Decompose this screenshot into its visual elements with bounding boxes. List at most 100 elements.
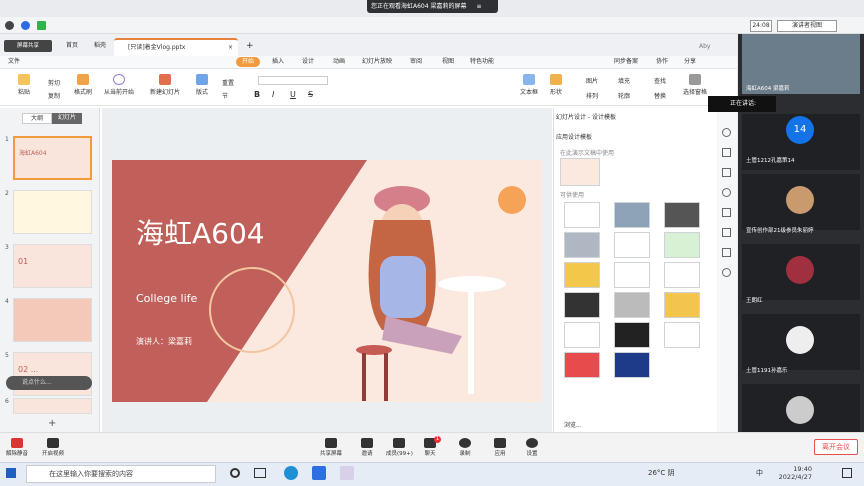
replace-button[interactable]: 替换 <box>654 91 666 100</box>
template-item[interactable] <box>564 232 600 258</box>
textbox-button[interactable]: 文本框 <box>520 74 538 96</box>
video-button[interactable]: 开启视频 <box>42 438 64 457</box>
tool-icon[interactable] <box>722 228 731 237</box>
menu-slideshow[interactable]: 幻灯片放映 <box>362 57 392 67</box>
find-button[interactable]: 查找 <box>654 76 666 85</box>
menu-file[interactable]: 文件 <box>8 57 20 67</box>
tab-document[interactable]: [只读]着金Vlog.pptx × <box>114 38 238 56</box>
template-item[interactable] <box>664 292 700 318</box>
cortana-icon[interactable] <box>230 468 240 478</box>
slide-thumb-4[interactable] <box>13 298 92 342</box>
tab-home[interactable]: 首页 <box>52 38 78 56</box>
menu-icon[interactable]: ≡ <box>476 3 481 10</box>
new-tab-icon[interactable]: + <box>246 41 254 51</box>
slide-thumb-1[interactable]: 海虹A604 <box>13 136 92 180</box>
slide-thumb-6[interactable] <box>13 398 92 414</box>
members-button[interactable]: 成员(99+) <box>386 438 413 457</box>
user-name[interactable]: Aby <box>699 43 710 50</box>
clock[interactable]: 19:40 2022/4/27 <box>776 465 812 481</box>
settings-button[interactable]: 设置 <box>526 438 538 457</box>
view-switch-button[interactable]: 演讲者视图 <box>777 20 837 32</box>
menu-insert[interactable]: 插入 <box>272 57 284 67</box>
tool-icon[interactable] <box>722 168 731 177</box>
taskbar-search-input[interactable]: 在这里输入你要搜索的内容 <box>26 465 216 483</box>
picture-button[interactable]: 图片 <box>586 76 598 85</box>
shield-icon[interactable] <box>21 21 30 30</box>
slide-thumb-3[interactable]: 01 <box>13 244 92 288</box>
template-item[interactable] <box>564 352 600 378</box>
strike-button[interactable]: S <box>308 90 313 99</box>
leave-meeting-button[interactable]: 离开会议 <box>814 439 858 455</box>
new-slide-button[interactable]: 新建幻灯片 <box>150 74 180 96</box>
record-button[interactable]: 录制 <box>459 438 471 457</box>
chat-input[interactable]: 说点什么... <box>6 376 92 390</box>
layout-button[interactable]: 版式 <box>196 74 208 96</box>
share-button[interactable]: 分享 <box>684 57 696 67</box>
tool-icon[interactable] <box>722 128 731 137</box>
template-item[interactable] <box>564 202 600 228</box>
collab-button[interactable]: 协作 <box>656 57 668 67</box>
browse-button[interactable]: 浏览... <box>564 420 582 429</box>
tool-icon[interactable] <box>722 148 731 157</box>
shape-button[interactable]: 形状 <box>550 74 562 96</box>
template-item[interactable] <box>614 352 650 378</box>
fill-button[interactable]: 填充 <box>618 76 630 85</box>
sync-button[interactable]: 同步备案 <box>614 57 638 67</box>
menu-design[interactable]: 设计 <box>302 57 314 67</box>
arrange-button[interactable]: 排列 <box>586 91 598 100</box>
task-view-icon[interactable] <box>254 468 266 478</box>
format-painter-button[interactable]: 格式刷 <box>74 74 92 96</box>
close-icon[interactable]: × <box>228 40 233 56</box>
apps-button[interactable]: 应用 <box>494 438 506 457</box>
copy-button[interactable]: 复制 <box>48 91 60 100</box>
tool-icon[interactable] <box>722 188 731 197</box>
outline-button[interactable]: 轮廓 <box>618 91 630 100</box>
template-item[interactable] <box>614 292 650 318</box>
windows-start-icon[interactable] <box>6 468 16 478</box>
template-item[interactable] <box>564 292 600 318</box>
app-icon[interactable] <box>340 466 354 480</box>
tab-slides[interactable]: 幻灯片 <box>52 113 82 124</box>
invite-button[interactable]: 邀请 <box>361 438 373 457</box>
tool-icon[interactable] <box>722 268 731 277</box>
bold-button[interactable]: B <box>254 90 260 99</box>
tencent-meeting-icon[interactable] <box>312 466 326 480</box>
tool-icon[interactable] <box>722 208 731 217</box>
menu-view[interactable]: 视图 <box>442 57 454 67</box>
paste-button[interactable]: 粘贴 <box>18 74 30 96</box>
slide-thumb-2[interactable] <box>13 190 92 234</box>
template-item[interactable] <box>614 202 650 228</box>
template-item[interactable] <box>664 202 700 228</box>
template-item[interactable] <box>664 262 700 288</box>
font-name-select[interactable] <box>258 76 328 85</box>
current-slide[interactable]: 海虹A604 College life 演讲人：梁嘉莉 <box>112 160 542 402</box>
italic-button[interactable]: I <box>272 90 274 99</box>
menu-special[interactable]: 特色功能 <box>470 57 494 67</box>
add-slide-button[interactable]: + <box>48 418 56 429</box>
tool-icon[interactable] <box>722 248 731 257</box>
tab-outline[interactable]: 大纲 <box>22 113 52 124</box>
menu-review[interactable]: 审阅 <box>410 57 422 67</box>
mute-button[interactable]: 解除静音 <box>6 438 28 457</box>
edge-icon[interactable] <box>284 466 298 480</box>
template-item[interactable] <box>564 262 600 288</box>
reset-button[interactable]: 重置 <box>222 78 234 87</box>
template-item[interactable] <box>614 232 650 258</box>
start-from-current-button[interactable]: 从当前开始 <box>104 74 134 96</box>
selection-pane-button[interactable]: 选择窗格 <box>683 74 707 96</box>
template-item[interactable] <box>564 322 600 348</box>
info-icon[interactable] <box>5 21 14 30</box>
cut-button[interactable]: 剪切 <box>48 78 60 87</box>
menu-home[interactable]: 开始 <box>236 57 261 67</box>
template-item[interactable] <box>614 322 650 348</box>
tab-docer[interactable]: 稻壳 <box>80 38 106 56</box>
template-item[interactable] <box>614 262 650 288</box>
section-button[interactable]: 节 <box>222 91 228 100</box>
underline-button[interactable]: U <box>290 90 296 99</box>
menu-animation[interactable]: 动画 <box>333 57 345 67</box>
template-current[interactable] <box>560 158 600 186</box>
template-item[interactable] <box>664 322 700 348</box>
weather-text[interactable]: 26°C 阴 <box>648 468 675 478</box>
template-item[interactable] <box>664 232 700 258</box>
notification-icon[interactable] <box>842 468 852 478</box>
